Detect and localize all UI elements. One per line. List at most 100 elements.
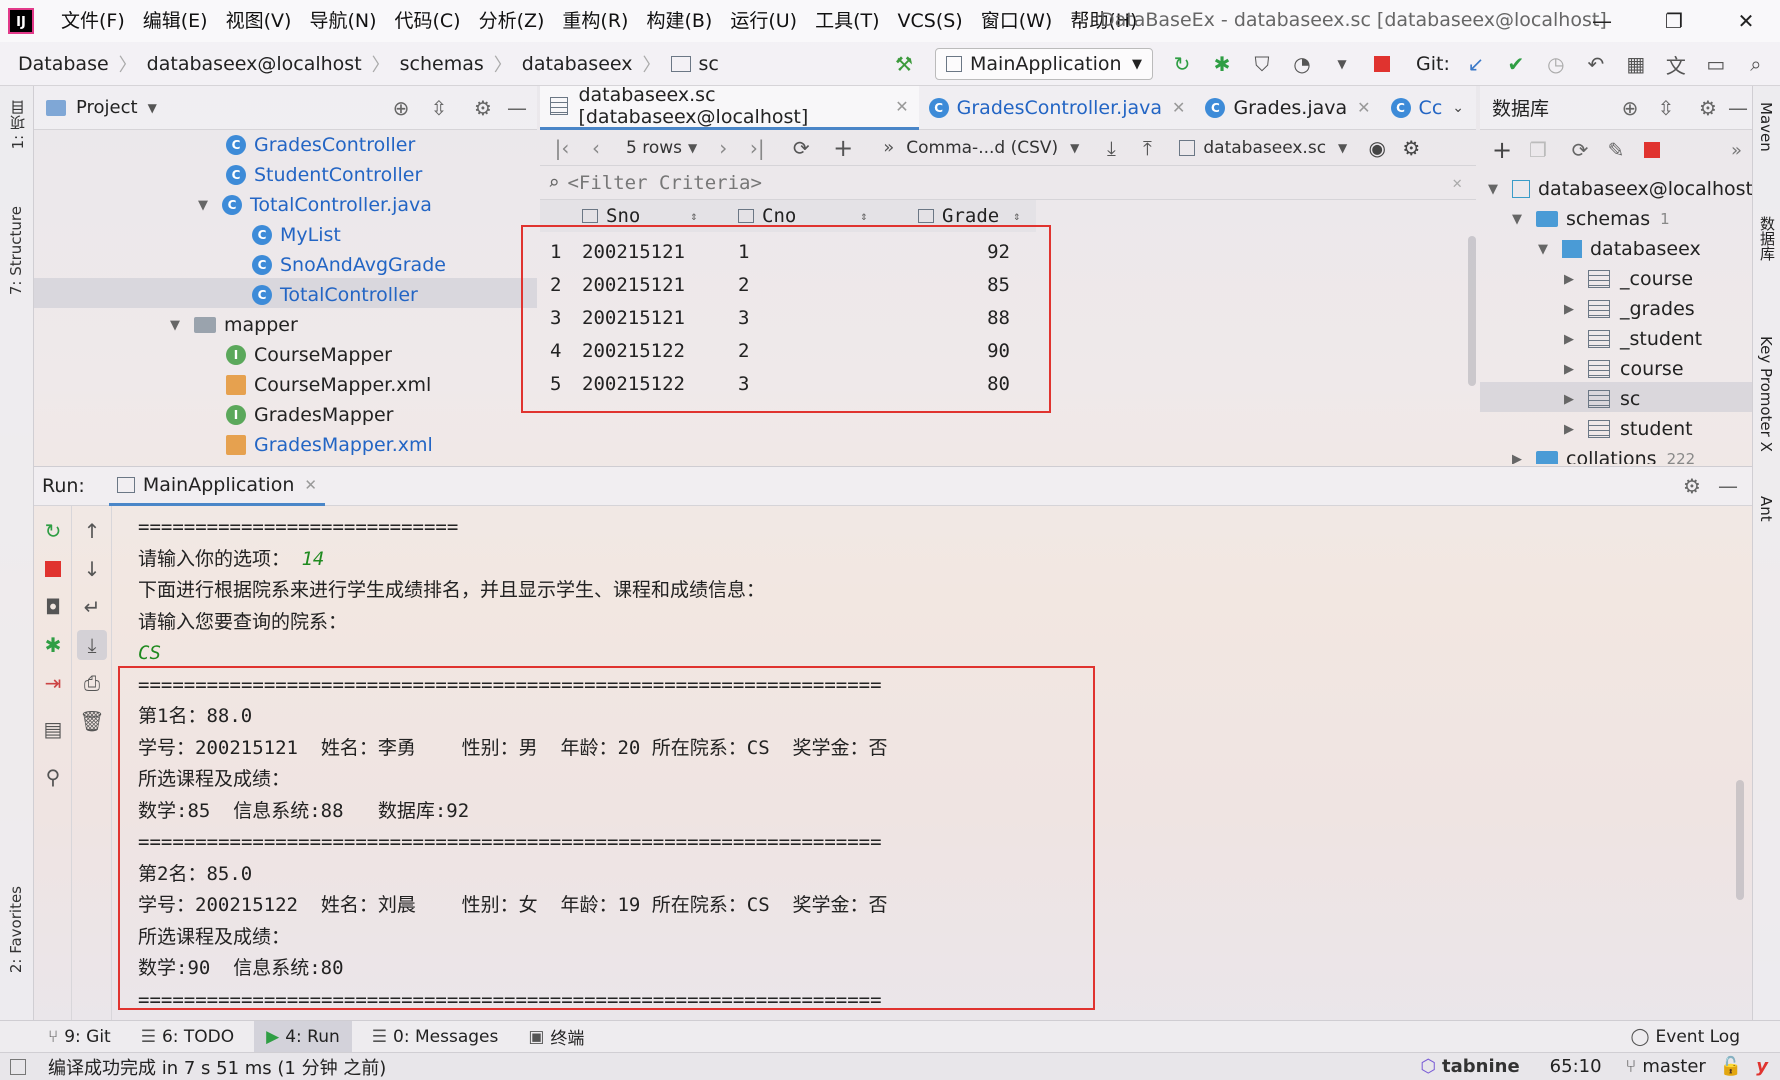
chevron-down-icon[interactable]: ▼: [1338, 141, 1347, 155]
tree-item[interactable]: ▶ _student: [1564, 324, 1702, 354]
tree-item[interactable]: GradesMapper.xml: [226, 430, 433, 460]
collapsed-arrow-icon[interactable]: ▶: [1512, 452, 1530, 465]
copy-icon[interactable]: ❐: [1524, 136, 1552, 164]
chevron-down-icon[interactable]: ▼: [148, 101, 157, 115]
tree-item[interactable]: ▶ _course: [1564, 264, 1693, 294]
expand-arrow-icon[interactable]: ▼: [198, 198, 216, 213]
ant-tool-button[interactable]: Ant: [1757, 496, 1775, 522]
cursor-position[interactable]: 65:10: [1550, 1056, 1602, 1077]
messages-tool-tab[interactable]: ☰ 0: Messages: [372, 1027, 499, 1047]
tree-item[interactable]: ▼ mapper: [170, 310, 298, 340]
tree-item[interactable]: ▼ databaseex@localhost: [1488, 174, 1752, 204]
todo-tool-tab[interactable]: ☰ 6: TODO: [141, 1027, 234, 1047]
menu-tools[interactable]: 工具(T): [806, 0, 888, 42]
hide-minus-icon[interactable]: —: [1714, 472, 1742, 500]
build-hammer-icon[interactable]: ⚒: [890, 50, 918, 78]
close-button[interactable]: ✕: [1716, 0, 1776, 42]
menu-build[interactable]: 构建(B): [637, 0, 721, 42]
history-clock-icon[interactable]: ◷: [1542, 50, 1570, 78]
stop-icon[interactable]: [38, 554, 68, 584]
hide-minus-icon[interactable]: —: [1724, 94, 1752, 122]
search-icon[interactable]: ⌕: [1742, 50, 1770, 78]
menu-window[interactable]: 窗口(W): [972, 0, 1062, 42]
tree-item[interactable]: ▶ _grades: [1564, 294, 1695, 324]
rerun-icon[interactable]: ↻: [38, 516, 68, 546]
chevron-down-icon[interactable]: ▼: [1070, 141, 1079, 155]
run-configuration-select[interactable]: MainApplication ▼: [935, 48, 1153, 80]
stop-icon[interactable]: [1638, 136, 1666, 164]
breadcrumb-item[interactable]: databaseex@localhost: [147, 53, 362, 75]
rows-count-select[interactable]: 5 rows: [626, 138, 682, 158]
project-tool-button[interactable]: 1: 项目: [7, 100, 28, 149]
layout-icon[interactable]: ▤: [38, 714, 68, 744]
breadcrumb-item[interactable]: databaseex: [522, 53, 633, 75]
tree-item[interactable]: I GradesMapper: [226, 400, 394, 430]
chevron-down-icon[interactable]: ▼: [688, 141, 697, 155]
menu-file[interactable]: 文件(F): [52, 0, 134, 42]
collapsed-arrow-icon[interactable]: ▶: [1564, 272, 1582, 287]
stop-icon[interactable]: [1368, 50, 1396, 78]
schema-edit-icon[interactable]: ✎: [1602, 136, 1630, 164]
key-promoter-tool-button[interactable]: Key Promoter X: [1757, 336, 1775, 452]
collapsed-arrow-icon[interactable]: ▶: [1564, 362, 1582, 377]
tree-item[interactable]: ▶ student: [1564, 414, 1693, 444]
add-icon[interactable]: +: [1488, 136, 1516, 164]
rollback-icon[interactable]: ↶: [1582, 50, 1610, 78]
tree-item-selected[interactable]: C TotalController: [252, 280, 418, 310]
project-structure-icon[interactable]: ▦: [1622, 50, 1650, 78]
menu-analyze[interactable]: 分析(Z): [470, 0, 554, 42]
collapse-all-icon[interactable]: ⇳: [1652, 94, 1680, 122]
target-select[interactable]: databaseex.sc: [1203, 138, 1326, 158]
breadcrumb-item[interactable]: Database: [18, 53, 109, 75]
maximize-button[interactable]: ❐: [1644, 0, 1704, 42]
first-page-icon[interactable]: |‹: [548, 134, 576, 162]
console-scrollbar[interactable]: [1736, 780, 1744, 900]
tab-cc[interactable]: C Cc: [1381, 86, 1453, 130]
tree-item[interactable]: CourseMapper.xml: [226, 370, 431, 400]
terminal-tool-tab[interactable]: ▣ 终端: [528, 1024, 584, 1050]
chevron-down-icon[interactable]: ⌄: [1452, 100, 1464, 116]
grid-scrollbar[interactable]: [1468, 236, 1476, 386]
menu-refactor[interactable]: 重构(R): [553, 0, 637, 42]
close-icon[interactable]: ✕: [1172, 98, 1185, 117]
database-tool-button[interactable]: 数据库: [1757, 216, 1778, 261]
next-page-icon[interactable]: ›: [709, 134, 737, 162]
gear-icon[interactable]: ⚙: [1397, 134, 1425, 162]
menu-view[interactable]: 视图(V): [217, 0, 301, 42]
tree-item[interactable]: ▶ collations 222: [1512, 444, 1695, 464]
pin-icon[interactable]: ⚲: [38, 762, 68, 792]
menu-navigate[interactable]: 导航(N): [300, 0, 385, 42]
tree-item[interactable]: ▼ C TotalController.java: [198, 190, 432, 220]
sort-icon[interactable]: ⇕: [860, 209, 867, 223]
export-format-select[interactable]: Comma-...d (CSV): [906, 138, 1058, 158]
print-icon[interactable]: ⎙: [77, 668, 107, 698]
close-icon[interactable]: ✕: [1357, 98, 1370, 117]
tab-grades-controller[interactable]: C GradesController.java ✕: [919, 86, 1196, 130]
close-icon[interactable]: ✕: [895, 97, 908, 116]
tree-item[interactable]: ▼ schemas 1: [1512, 204, 1670, 234]
tree-item[interactable]: C SnoAndAvgGrade: [252, 250, 446, 280]
scroll-to-end-icon[interactable]: ⤓: [77, 630, 107, 660]
tree-item[interactable]: C GradesController: [226, 130, 415, 160]
git-tool-tab[interactable]: ⑂ 9: Git: [48, 1027, 111, 1047]
plugin-y-icon[interactable]: y: [1756, 1056, 1768, 1077]
tree-item-selected[interactable]: ▶ sc: [1564, 384, 1640, 414]
collapsed-arrow-icon[interactable]: ▶: [1564, 302, 1582, 317]
minimize-button[interactable]: —: [1572, 0, 1632, 42]
favorites-tool-button[interactable]: 2: Favorites: [7, 886, 25, 973]
git-branch[interactable]: master: [1642, 1056, 1705, 1077]
gear-icon[interactable]: ⚙: [1678, 472, 1706, 500]
eye-icon[interactable]: ◉: [1363, 134, 1391, 162]
debug-bug-icon[interactable]: ✱: [38, 630, 68, 660]
expand-arrow-icon[interactable]: ▼: [1538, 242, 1556, 257]
run-tab[interactable]: MainApplication ✕: [108, 466, 325, 506]
filter-input[interactable]: <Filter Criteria>: [567, 172, 761, 194]
expand-arrow-icon[interactable]: ▼: [1512, 212, 1530, 227]
expand-arrow-icon[interactable]: ▼: [1488, 182, 1506, 197]
maven-tool-button[interactable]: Maven: [1757, 102, 1775, 152]
sort-icon[interactable]: ⇕: [690, 209, 697, 223]
structure-tool-button[interactable]: 7: Structure: [7, 206, 25, 295]
breadcrumb-item[interactable]: schemas: [400, 53, 484, 75]
tree-item[interactable]: I CourseMapper: [226, 340, 392, 370]
arrow-down-icon[interactable]: ↓: [77, 554, 107, 584]
